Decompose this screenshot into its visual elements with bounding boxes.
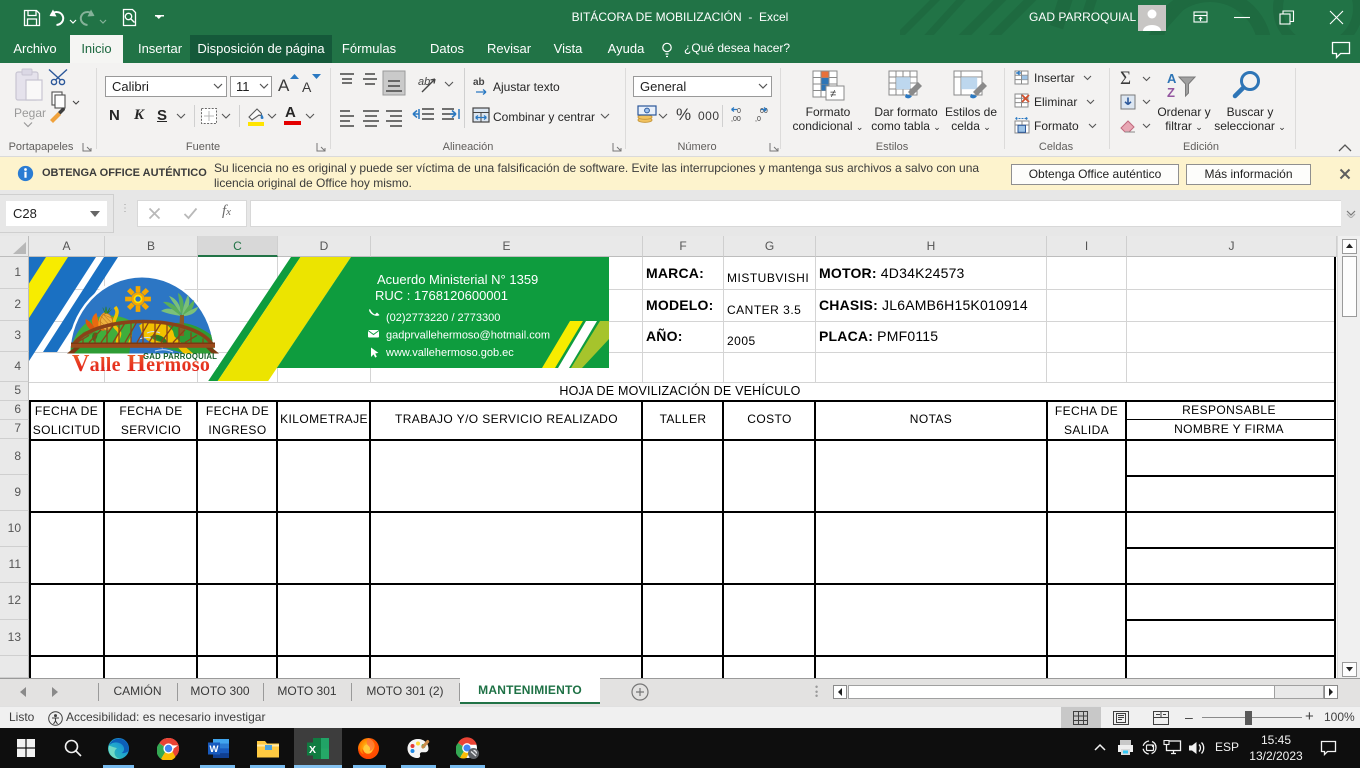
svg-text:Z: Z bbox=[1167, 85, 1175, 100]
svg-text:W: W bbox=[210, 744, 219, 755]
svg-text:≠: ≠ bbox=[830, 88, 836, 100]
svg-text:ab: ab bbox=[473, 77, 485, 88]
svg-text:gadprvallehermoso@hotmail.com: gadprvallehermoso@hotmail.com bbox=[386, 330, 550, 342]
svg-text:Valle Hermoso: Valle Hermoso bbox=[72, 351, 210, 377]
svg-text:Acuerdo Ministerial N° 1359: Acuerdo Ministerial N° 1359 bbox=[377, 272, 538, 287]
svg-text:RUC : 1768120600001: RUC : 1768120600001 bbox=[375, 288, 508, 303]
svg-text:www.vallehermoso.gob.ec: www.vallehermoso.gob.ec bbox=[385, 347, 514, 359]
svg-text:X: X bbox=[309, 744, 316, 756]
svg-text:,0: ,0 bbox=[755, 116, 761, 123]
svg-text:(02)2773220 / 2773300: (02)2773220 / 2773300 bbox=[386, 312, 500, 324]
svg-text:,00: ,00 bbox=[731, 116, 741, 123]
svg-text:A: A bbox=[1167, 71, 1177, 86]
svg-text:0: 0 bbox=[737, 108, 741, 115]
